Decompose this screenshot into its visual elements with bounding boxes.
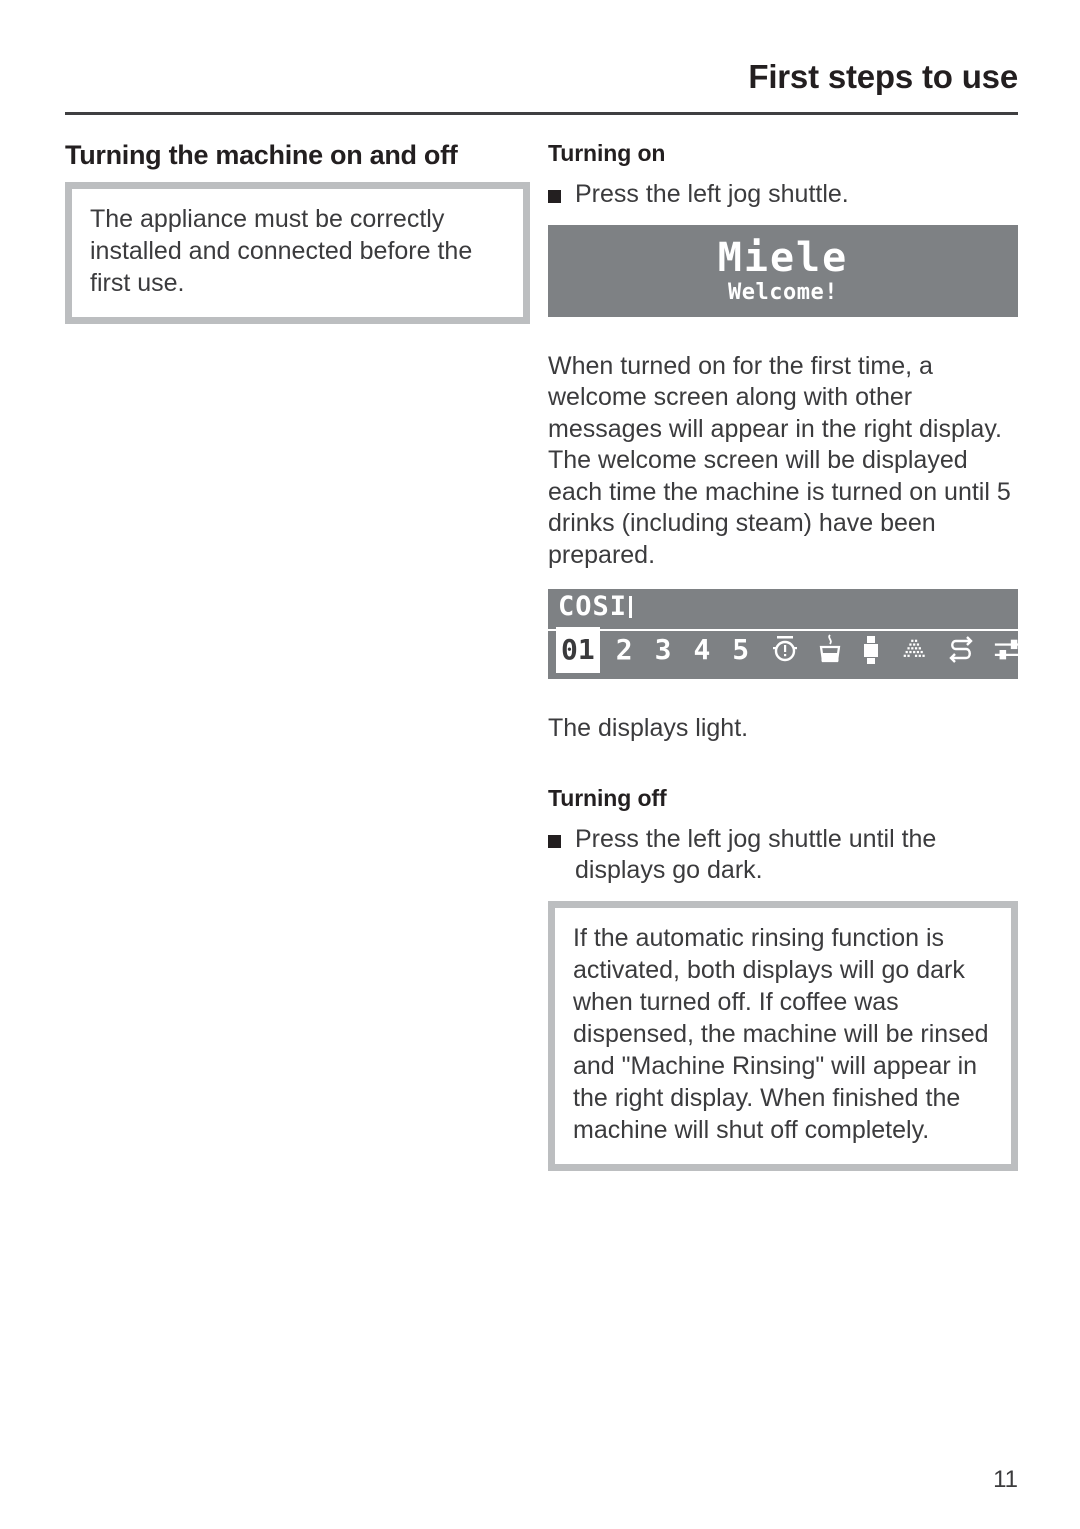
portion-size-icon[interactable] xyxy=(861,633,881,667)
list-item-label: Press the left jog shuttle until the dis… xyxy=(575,824,937,885)
cup-with-steam-icon[interactable] xyxy=(817,633,843,667)
note-box-rinsing: If the automatic rinsing function is act… xyxy=(548,900,1018,1171)
ground-coffee-icon[interactable] xyxy=(899,633,929,667)
paragraph-welcome-screen-info: When turned on for the first time, a wel… xyxy=(548,351,1011,569)
display-brand-text: Miele xyxy=(717,234,849,281)
display-menu-item-3[interactable]: 3 xyxy=(655,636,672,664)
page-number: 11 xyxy=(993,1466,1018,1493)
subsection-heading-turning-off: Turning off xyxy=(548,784,667,811)
display-menu-items: 01 2 3 4 5 xyxy=(556,625,1020,675)
note-box-installation: The appliance must be correctly installe… xyxy=(65,182,530,325)
list-item-press-jog-shuttle: Press the left jog shuttle. xyxy=(548,179,1018,211)
machine-display-menu: COSI 01 2 3 4 5 xyxy=(548,589,1020,679)
header-divider xyxy=(65,112,1018,115)
square-bullet-icon xyxy=(548,190,561,203)
left-column: Turning the machine on and off The appli… xyxy=(65,140,530,325)
text-cursor-icon xyxy=(629,596,633,618)
display-menu-item-4[interactable]: 4 xyxy=(693,636,710,664)
note-box-inner: The appliance must be correctly installe… xyxy=(72,189,523,318)
display-menu-item-2[interactable]: 2 xyxy=(616,636,633,664)
list-item-press-jog-shuttle-until-dark: Press the left jog shuttle until the dis… xyxy=(548,824,1018,887)
section-heading-turning-machine-on-and-off: Turning the machine on and off xyxy=(65,140,458,170)
page-title: First steps to use xyxy=(748,58,1018,95)
paragraph-displays-light: The displays light. xyxy=(548,714,749,742)
display-menu-item-5[interactable]: 5 xyxy=(732,636,749,664)
note-box-inner: If the automatic rinsing function is act… xyxy=(555,907,1011,1164)
settings-sliders-icon[interactable] xyxy=(993,633,1023,667)
display-menu-title-text: COSI xyxy=(558,591,628,622)
right-column: Turning on Press the left jog shuttle. M… xyxy=(548,140,1020,1171)
list-item-label: Press the left jog shuttle. xyxy=(575,180,849,208)
display-menu-title: COSI xyxy=(558,591,633,622)
timer-icon[interactable] xyxy=(771,633,799,667)
subsection-heading-turning-on: Turning on xyxy=(548,140,666,166)
machine-display-welcome: Miele Welcome! xyxy=(548,224,1018,317)
document-page: First steps to use Turning the machine o… xyxy=(0,0,1080,1529)
display-welcome-text: Welcome! xyxy=(728,279,838,305)
note-text-rinsing: If the automatic rinsing function is act… xyxy=(573,923,989,1144)
note-text-installation: The appliance must be correctly installe… xyxy=(90,205,473,298)
display-menu-item-selected[interactable]: 01 xyxy=(556,627,600,673)
rinse-arrow-icon[interactable] xyxy=(947,633,975,667)
square-bullet-icon xyxy=(548,834,561,848)
